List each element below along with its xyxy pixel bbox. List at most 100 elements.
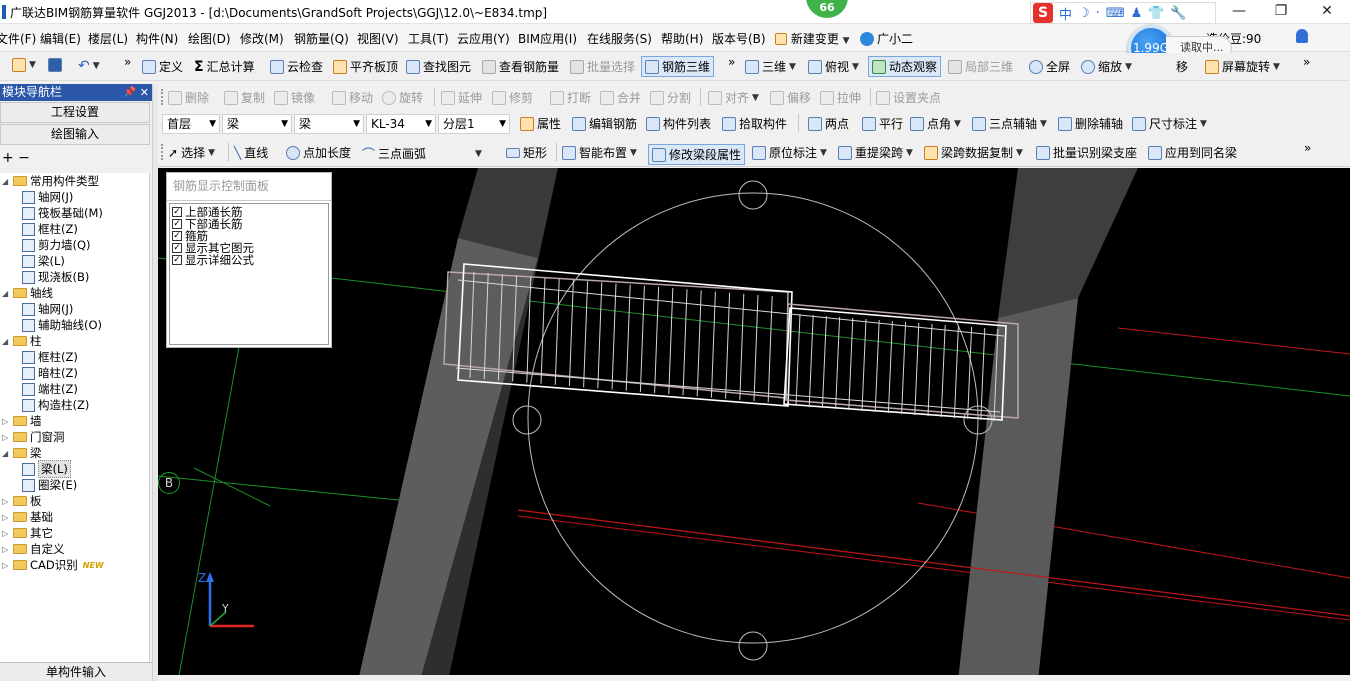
tree-item[interactable]: ▷ 墙 (2, 413, 42, 429)
tree-item[interactable]: 框柱(Z) (22, 221, 78, 237)
cloud-check-button[interactable]: 云检查 (270, 58, 323, 75)
orbit-handle[interactable] (738, 180, 768, 210)
tree-item[interactable]: 辅助轴线(O) (22, 317, 102, 333)
collapse-icon[interactable]: ◢ (2, 337, 10, 346)
tree-item[interactable]: 构造柱(Z) (22, 397, 89, 413)
expand-icon[interactable]: ▷ (2, 417, 10, 426)
ime-toolbar[interactable]: S 中 ☽ · ⌨ ♟ 👕 🔧 (1030, 2, 1216, 24)
menu-version[interactable]: 版本号(B) (712, 30, 766, 47)
undo-button[interactable]: ↶ ▼ (78, 58, 100, 74)
menu-floor[interactable]: 楼层(L) (88, 30, 128, 47)
tree-item[interactable]: ▷ 门窗洞 (2, 429, 65, 445)
extend-button[interactable]: 延伸 (441, 89, 482, 106)
apply-same-name-button[interactable]: 应用到同名梁 (1148, 144, 1237, 161)
break-button[interactable]: 打断 (550, 89, 591, 106)
tree-item[interactable]: ▷ 其它 (2, 525, 53, 541)
expand-icon[interactable]: ▷ (2, 433, 10, 442)
move-button[interactable]: 移动 (332, 89, 373, 106)
drawing-input-button[interactable]: 绘图输入 (0, 124, 150, 145)
delete-button[interactable]: 删除 (168, 89, 209, 106)
mirror-button[interactable]: 镜像 (274, 89, 315, 106)
bell-icon[interactable] (1296, 29, 1308, 43)
collapse-icon[interactable]: ◢ (2, 177, 10, 186)
stretch-button[interactable]: 拉伸 (820, 89, 861, 106)
tree-item[interactable]: ▷ 板 (2, 493, 42, 509)
sogou-ime-icon[interactable]: S (1033, 3, 1053, 23)
ime-chinese-mode[interactable]: 中 (1059, 4, 1072, 23)
menu-new-change[interactable]: 新建变更 ▼ (775, 30, 850, 47)
tree-item[interactable]: 剪力墙(Q) (22, 237, 91, 253)
batch-select-button[interactable]: 批量选择 (570, 58, 635, 75)
expand-icon[interactable]: ▷ (2, 513, 10, 522)
pin-icon[interactable]: 📌 (124, 84, 136, 101)
minimize-button[interactable]: — (1216, 0, 1262, 24)
toolbar-grip[interactable] (161, 89, 164, 105)
ime-moon-icon[interactable]: ☽ (1078, 6, 1090, 21)
re-extract-span-button[interactable]: 重提梁跨 ▼ (838, 144, 913, 161)
menu-file[interactable]: 文件(F) (0, 30, 36, 47)
checkbox[interactable]: ✓ (172, 255, 182, 265)
rebar-option-row[interactable]: ✓ 显示详细公式 (172, 254, 254, 266)
tree-item[interactable]: ◢ 柱 (2, 333, 42, 349)
tree-item[interactable]: ◢ 常用构件类型 (2, 173, 99, 189)
orbit-handle[interactable] (512, 405, 542, 435)
tree-item[interactable]: ◢ 梁 (2, 445, 42, 461)
expand-icon[interactable]: ▷ (2, 497, 10, 506)
line-button[interactable]: ╲ 直线 (234, 144, 268, 161)
menu-rebar-qty[interactable]: 钢筋量(Q) (294, 30, 349, 47)
close-button[interactable]: ✕ (1304, 0, 1350, 24)
single-element-input-tab[interactable]: 单构件输入 (0, 662, 152, 681)
offset-button[interactable]: 偏移 (770, 89, 811, 106)
menu-online[interactable]: 在线服务(S) (587, 30, 652, 47)
tree-item[interactable]: 轴网(J) (22, 301, 73, 317)
rotate-button[interactable]: 旋转 (382, 89, 423, 106)
property-button[interactable]: 属性 (520, 115, 561, 132)
element-subtype-select[interactable]: 梁 ▼ (294, 114, 364, 134)
expand-icon[interactable]: ▷ (2, 529, 10, 538)
overflow-chevron-2[interactable]: » (728, 55, 735, 69)
partial-3d-button[interactable]: 局部三维 (948, 58, 1013, 75)
menu-element[interactable]: 构件(N) (136, 30, 178, 47)
copy-button[interactable]: 复制 (224, 89, 265, 106)
tree-item[interactable]: 现浇板(B) (22, 269, 89, 285)
delete-axis-button[interactable]: 删除辅轴 (1058, 115, 1123, 132)
ime-user-icon[interactable]: ♟ (1131, 6, 1143, 21)
menu-modify[interactable]: 修改(M) (240, 30, 284, 47)
tree-item[interactable]: 框柱(Z) (22, 349, 78, 365)
collapse-icon[interactable]: ◢ (2, 289, 10, 298)
in-situ-mark-button[interactable]: 原位标注 ▼ (752, 144, 827, 161)
expand-icon[interactable]: ▷ (2, 561, 10, 570)
orbit-handle[interactable] (738, 631, 768, 661)
dimension-mark-button[interactable]: 尺寸标注 ▼ (1132, 115, 1207, 132)
tree-expand-collapse[interactable]: + − (0, 150, 150, 170)
checkbox[interactable]: ✓ (172, 243, 182, 253)
tree-item[interactable]: 端柱(Z) (22, 381, 78, 397)
ime-keyboard-icon[interactable]: ⌨ (1106, 6, 1125, 21)
menu-bim[interactable]: BIM应用(I) (518, 30, 577, 47)
save-button[interactable] (48, 58, 62, 72)
three-point-arc-button[interactable]: ⌒ 三点画弧 ▼ (362, 144, 482, 163)
overflow-chevron-3[interactable]: » (1303, 55, 1310, 69)
menu-edit[interactable]: 编辑(E) (40, 30, 81, 47)
merge-button[interactable]: 合并 (600, 89, 641, 106)
menu-help[interactable]: 帮助(H) (661, 30, 703, 47)
tree-item[interactable]: 暗柱(Z) (22, 365, 78, 381)
edit-span-properties-button[interactable]: 修改梁段属性 (648, 144, 746, 165)
project-settings-button[interactable]: 工程设置 (0, 102, 150, 123)
align-button[interactable]: 对齐 ▼ (708, 89, 759, 106)
menu-guangxiaoer[interactable]: 广小二 (860, 30, 913, 47)
tree-item[interactable]: 圈梁(E) (22, 477, 77, 493)
define-button[interactable]: 定义 (142, 58, 183, 75)
collapse-icon[interactable]: ◢ (2, 449, 10, 458)
tree-item[interactable]: 轴网(J) (22, 189, 73, 205)
dynamic-view-button[interactable]: 动态观察 (868, 56, 942, 77)
tree-item[interactable]: ▷ CAD识别 NEW (2, 557, 104, 573)
set-grip-button[interactable]: 设置夹点 (876, 89, 941, 106)
zoom-button[interactable]: 缩放 ▼ (1081, 58, 1132, 75)
tree-item[interactable]: 梁(L) (22, 460, 71, 478)
element-name-select[interactable]: KL-34 ▼ (366, 114, 436, 134)
ime-tool-icon[interactable]: 🔧 (1170, 6, 1186, 21)
overflow-chevron-4[interactable]: » (1304, 141, 1311, 155)
element-type-select[interactable]: 梁 ▼ (222, 114, 292, 134)
edit-rebar-button[interactable]: 编辑钢筋 (572, 115, 637, 132)
